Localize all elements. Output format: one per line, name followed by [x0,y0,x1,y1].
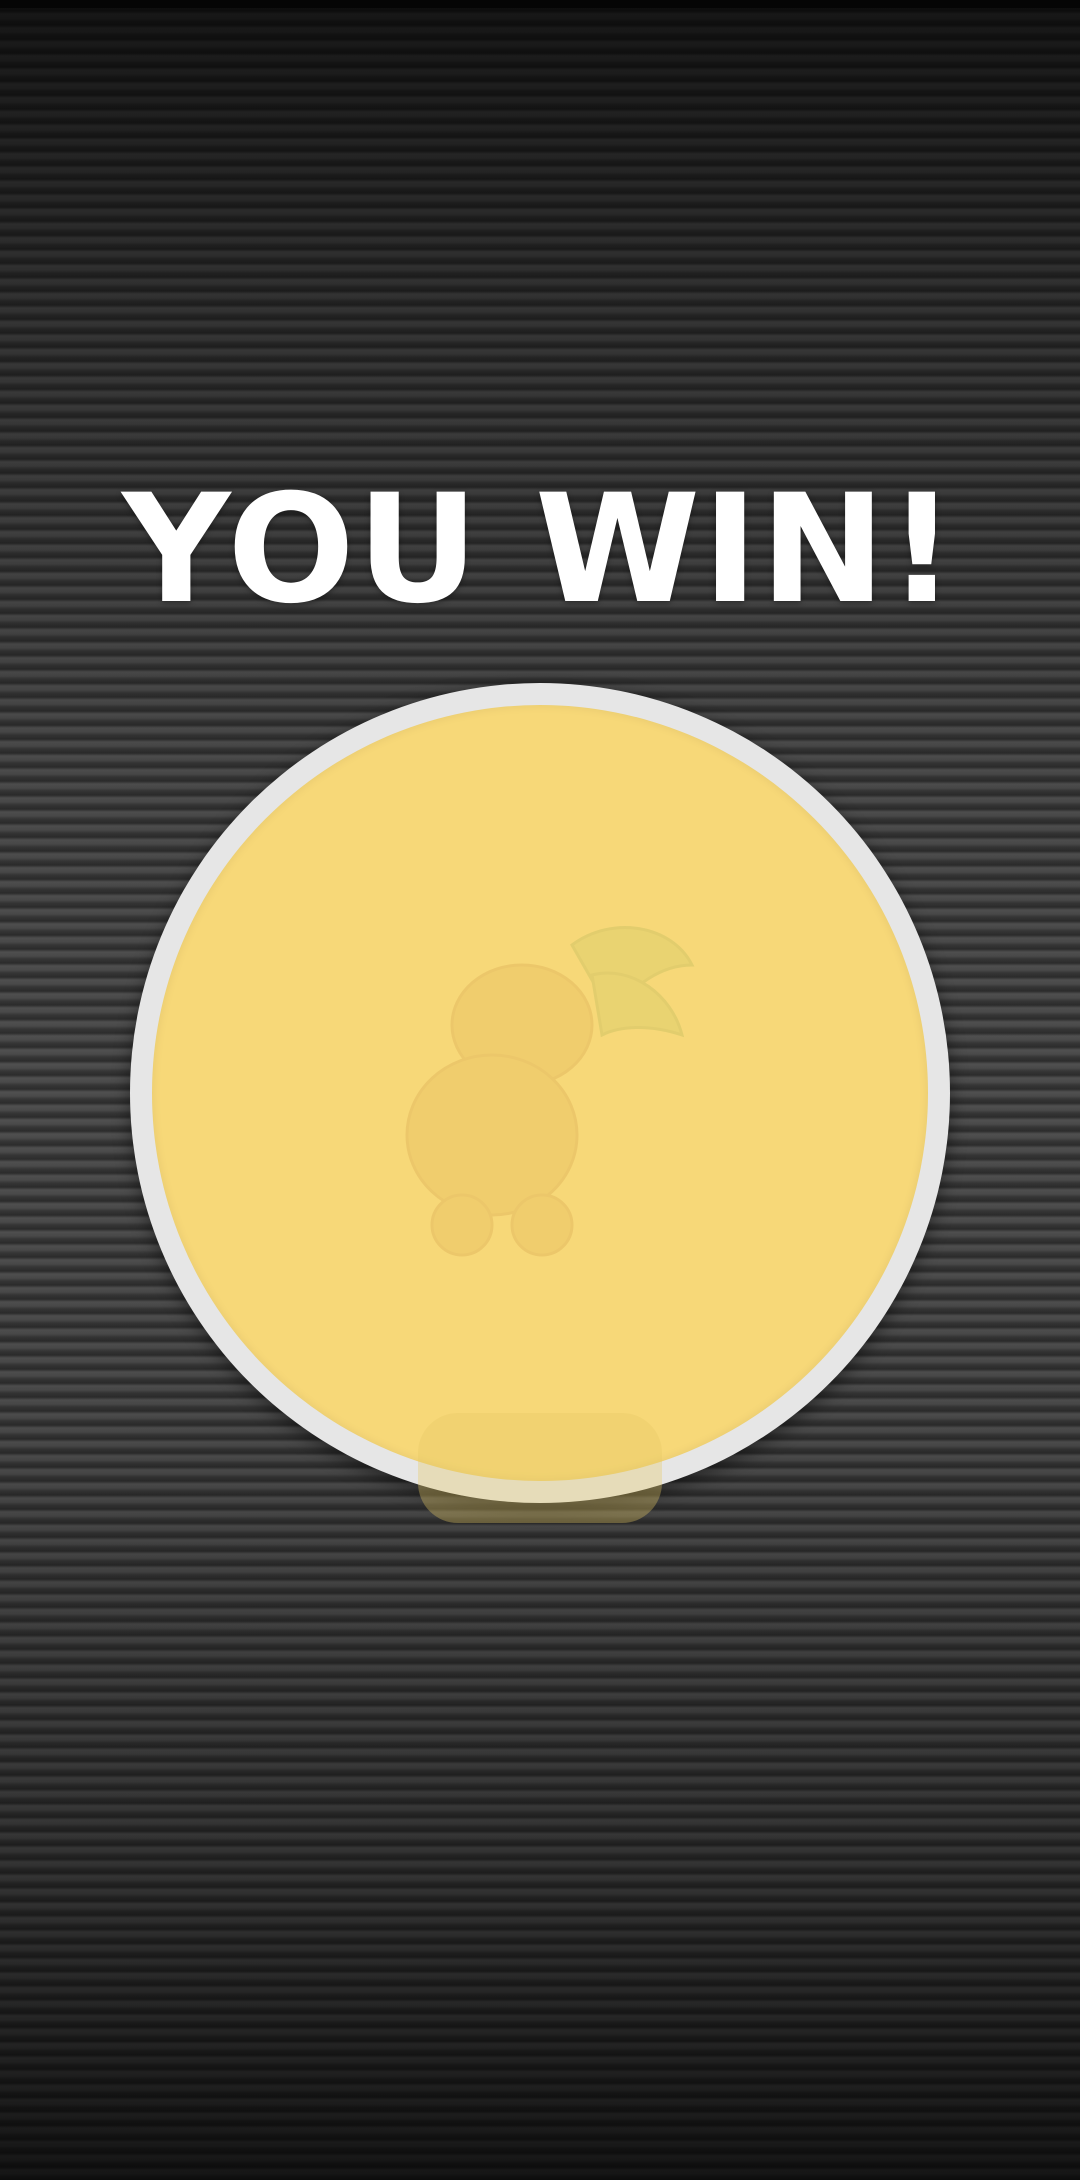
win-screen: YOU WIN! [0,0,1080,2180]
status-bar-edge [0,0,1080,8]
faded-character-illustration-icon [405,926,695,1257]
reward-coin[interactable] [130,683,950,1503]
faded-continue-button[interactable] [418,1413,662,1523]
reward-coin-face[interactable] [152,705,928,1481]
win-title: YOU WIN! [121,463,959,637]
